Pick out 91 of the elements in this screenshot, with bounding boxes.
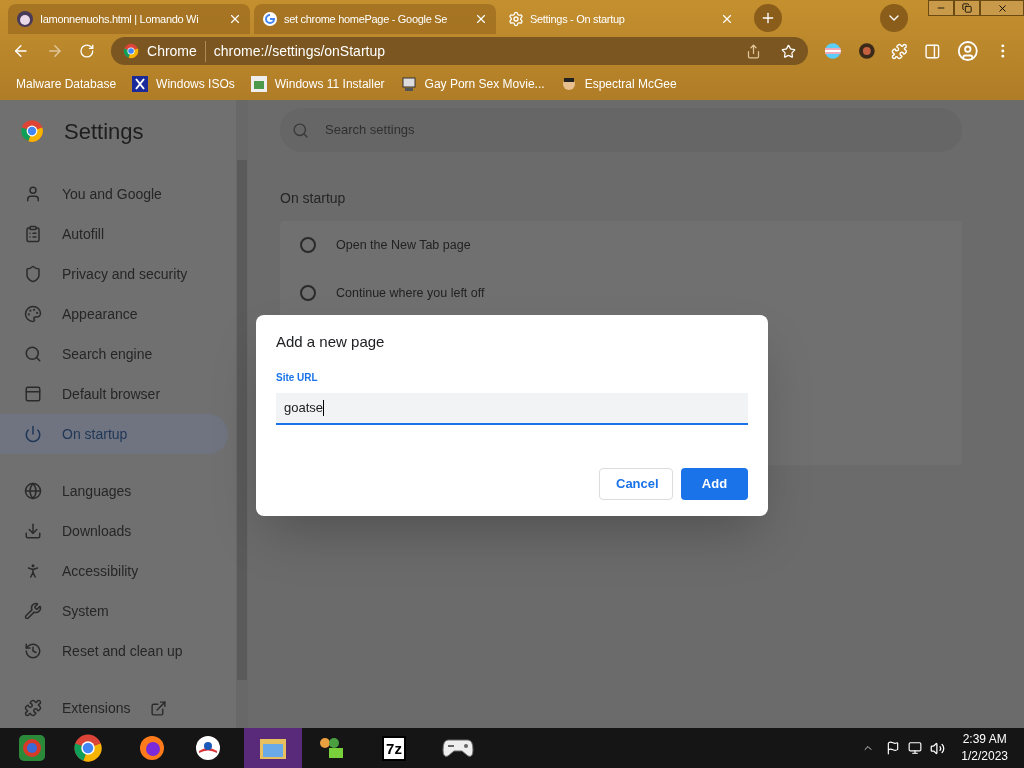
side-panel-icon[interactable] xyxy=(924,42,941,60)
close-icon[interactable] xyxy=(474,12,488,26)
nav-icon xyxy=(24,425,42,443)
bookmark[interactable]: Windows ISOs xyxy=(132,75,235,93)
extensions-link[interactable]: Extensions xyxy=(0,688,236,728)
back-icon[interactable] xyxy=(12,42,30,60)
bookmark[interactable]: Gay Porn Sex Movie... xyxy=(400,75,545,93)
address-bar[interactable]: Chrome chrome://settings/onStartup xyxy=(111,37,809,65)
bookmark[interactable]: Windows 11 Installer xyxy=(250,75,385,93)
radio-button[interactable] xyxy=(300,285,316,301)
extensions-icon[interactable] xyxy=(891,42,909,60)
nav-icon xyxy=(24,602,42,620)
settings-icon xyxy=(508,11,524,27)
avatar-icon xyxy=(16,10,34,28)
browser-tab[interactable]: Iamonnenuohs.html | Lomando Wi xyxy=(8,4,250,34)
volume-icon[interactable] xyxy=(930,740,946,756)
close-icon xyxy=(996,2,1008,14)
sidebar-item[interactable]: Privacy and security xyxy=(0,254,228,294)
tab-search-button[interactable] xyxy=(880,4,908,32)
google-logo-icon xyxy=(262,11,278,27)
sidebar-item[interactable]: Downloads xyxy=(0,511,228,551)
dialog-title: Add a new page xyxy=(276,332,386,352)
gamepad-icon[interactable] xyxy=(442,736,474,760)
browser-tab[interactable]: set chrome homePage - Google Se xyxy=(254,4,496,34)
bookmark[interactable]: Malware Database xyxy=(16,75,117,93)
chrome-taskbar-icon xyxy=(73,733,103,763)
nav-icon xyxy=(24,265,42,283)
section-title: On startup xyxy=(280,189,347,208)
bookmark[interactable]: Espectral McGee xyxy=(560,75,677,93)
profile-icon[interactable] xyxy=(956,40,979,62)
radio-option[interactable]: Open the New Tab page xyxy=(280,221,962,269)
nav-icon xyxy=(24,225,42,243)
clock[interactable]: 2:39 AM 1/2/2023 xyxy=(961,731,1020,765)
nav-icon xyxy=(24,345,42,363)
nav-icon xyxy=(24,482,42,500)
chrome-logo-icon xyxy=(123,43,139,59)
x-logo-icon xyxy=(132,76,149,92)
puzzle-icon xyxy=(24,699,42,717)
url-text: chrome://settings/onStartup xyxy=(213,41,386,61)
browser-tab[interactable]: Settings - On startup xyxy=(500,4,742,34)
close-icon[interactable] xyxy=(228,12,242,26)
cancel-button[interactable]: Cancel xyxy=(599,468,673,500)
close-window-button[interactable] xyxy=(980,0,1024,16)
start-icon[interactable] xyxy=(17,733,47,763)
radio-button[interactable] xyxy=(300,237,316,253)
profile-extension-icon[interactable] xyxy=(857,42,876,60)
nav-icon xyxy=(24,522,42,540)
flag-icon[interactable] xyxy=(886,741,901,755)
tab-title: Iamonnenuohs.html | Lomando Wi xyxy=(40,11,200,27)
tab-title: set chrome homePage - Google Se xyxy=(284,11,449,27)
sidebar-item[interactable]: Search engine xyxy=(0,334,228,374)
external-link-icon xyxy=(150,699,168,717)
restore-icon xyxy=(962,3,972,13)
share-icon[interactable] xyxy=(746,43,762,59)
sidebar-item[interactable]: You and Google xyxy=(0,174,228,214)
folder-taskbar-icon[interactable] xyxy=(244,728,302,768)
character-icon xyxy=(560,76,577,92)
sidebar-item[interactable]: Default browser xyxy=(0,374,228,414)
flag-extension-icon[interactable] xyxy=(824,42,842,60)
sidebar-item[interactable]: Accessibility xyxy=(0,551,228,591)
bookmark-star-icon[interactable] xyxy=(781,43,797,59)
reload-icon[interactable] xyxy=(79,43,95,59)
nav-icon xyxy=(24,385,42,403)
minimize-button[interactable] xyxy=(928,0,954,16)
nav-icon xyxy=(24,185,42,203)
circle-logo-icon[interactable] xyxy=(193,733,223,763)
sidebar-item[interactable]: Reset and clean up xyxy=(0,631,228,671)
chrome-logo-icon xyxy=(20,119,44,143)
search-icon xyxy=(292,121,309,139)
url-input-field[interactable]: goatse xyxy=(276,392,748,425)
close-icon[interactable] xyxy=(720,12,734,26)
restore-button[interactable] xyxy=(954,0,980,16)
nav-icon xyxy=(24,642,42,660)
tab-title: Settings - On startup xyxy=(530,11,626,27)
installer-icon xyxy=(250,76,267,92)
add-button[interactable]: Add xyxy=(681,468,748,500)
sidebar-item[interactable]: Languages xyxy=(0,471,228,511)
sidebar-item[interactable]: System xyxy=(0,591,228,631)
settings-title: Settings xyxy=(64,117,144,146)
network-icon[interactable] xyxy=(908,741,923,755)
sidebar-item[interactable]: Appearance xyxy=(0,294,228,334)
new-tab-button[interactable] xyxy=(754,4,782,32)
nav-icon xyxy=(24,305,42,323)
computer-icon xyxy=(400,76,417,92)
plus-icon xyxy=(760,10,776,26)
radio-option[interactable]: Continue where you left off xyxy=(280,269,962,317)
sidebar-item[interactable]: On startup xyxy=(0,414,228,454)
site-chip: Chrome xyxy=(147,40,206,62)
field-label: Site URL xyxy=(276,370,319,385)
fox-browser-icon[interactable] xyxy=(137,733,167,763)
sidebar-item[interactable]: Autofill xyxy=(0,214,228,254)
